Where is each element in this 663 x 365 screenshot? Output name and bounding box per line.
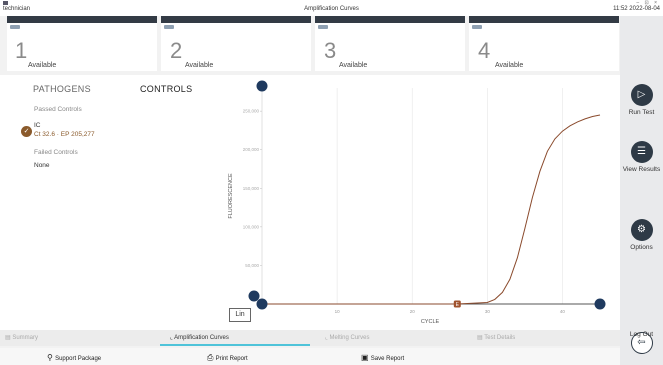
tab-controls[interactable]: CONTROLS bbox=[140, 84, 192, 94]
module-band bbox=[469, 16, 619, 23]
tab-details-label: Test Details bbox=[484, 335, 516, 341]
clock: 11:52 2022-08-04 bbox=[613, 6, 660, 12]
list-icon: ☰ bbox=[630, 141, 653, 163]
module-status-icon bbox=[472, 25, 482, 29]
amplification-chart[interactable]: 50,000 100,000 150,000 200,000 250,000 10 20 3… bbox=[220, 78, 618, 328]
module-status-icon bbox=[164, 25, 174, 29]
x-tick-label: 30 bbox=[485, 309, 491, 314]
control-detail: Ct 32.6 · EP 205,277 bbox=[34, 131, 95, 138]
module-band bbox=[7, 16, 157, 23]
handle-left[interactable] bbox=[248, 290, 260, 302]
printer-icon: ⎙ bbox=[207, 353, 216, 362]
x-tick-label: 40 bbox=[560, 309, 566, 314]
chart-background bbox=[220, 78, 618, 328]
module-number: 3 bbox=[324, 38, 337, 63]
y-tick-label: 250,000 bbox=[243, 109, 260, 114]
module-tab-2[interactable]: 2 Available bbox=[161, 16, 311, 71]
module-band bbox=[315, 16, 465, 23]
tab-summary-label: Summary bbox=[12, 335, 39, 341]
module-status-icon bbox=[10, 25, 20, 29]
handle-bottom-left[interactable] bbox=[256, 298, 268, 310]
right-rail bbox=[620, 16, 663, 365]
control-name[interactable]: IC bbox=[34, 122, 41, 129]
module-status: Available bbox=[28, 62, 57, 69]
y-tick-label: 150,000 bbox=[243, 186, 260, 191]
view-results-label: View Results bbox=[622, 166, 661, 173]
module-number: 1 bbox=[15, 38, 28, 63]
options-button[interactable]: ⚙ Options bbox=[620, 219, 663, 252]
failed-controls-value: None bbox=[34, 162, 50, 169]
options-label: Options bbox=[630, 244, 653, 251]
view-results-button[interactable]: ☰ View Results bbox=[620, 141, 663, 174]
y-tick-label: 100,000 bbox=[243, 224, 260, 229]
lin-scale-button[interactable]: Lin bbox=[229, 308, 251, 322]
tab-summary[interactable]: ▤ Summary bbox=[5, 334, 38, 344]
module-status-icon bbox=[318, 25, 328, 29]
y-tick-label: 50,000 bbox=[245, 263, 259, 268]
save-label: Save Report bbox=[370, 356, 405, 362]
module-tab-4[interactable]: 4 Available bbox=[469, 16, 619, 71]
module-status: Available bbox=[339, 62, 368, 69]
module-status: Available bbox=[185, 62, 214, 69]
support-label: Support Package bbox=[55, 356, 102, 362]
tab-melting-curves[interactable]: ⌞ Melting Curves bbox=[325, 334, 370, 344]
x-tick-label: 10 bbox=[335, 309, 341, 314]
module-number: 2 bbox=[170, 38, 183, 63]
handle-top[interactable] bbox=[256, 80, 268, 92]
handle-bottom-right[interactable] bbox=[594, 298, 606, 310]
module-number: 4 bbox=[478, 38, 491, 63]
tab-amplification-curves[interactable]: ⌞ Amplification Curves bbox=[170, 334, 229, 344]
run-test-button[interactable]: ▷ Run Test bbox=[620, 84, 663, 117]
active-tab-indicator bbox=[160, 344, 310, 346]
y-axis-label: FLUORESCENCE bbox=[228, 173, 234, 219]
run-test-label: Run Test bbox=[628, 109, 655, 116]
check-icon: ✓ bbox=[21, 126, 32, 137]
module-status: Available bbox=[495, 62, 524, 69]
y-tick-label: 200,000 bbox=[243, 147, 260, 152]
gear-icon: ⚙ bbox=[630, 219, 653, 241]
threshold-marker[interactable]: E bbox=[453, 300, 461, 309]
tab-pathogens[interactable]: PATHOGENS bbox=[33, 84, 91, 94]
tab-test-details[interactable]: ▤ Test Details bbox=[477, 334, 515, 344]
play-icon: ▷ bbox=[630, 84, 653, 106]
save-report-button[interactable]: ▣ Save Report bbox=[361, 353, 404, 362]
tab-melting-label: Melting Curves bbox=[329, 335, 370, 341]
print-label: Print Report bbox=[215, 356, 248, 362]
title-bar: technician Amplification Curves – ⊡ × 11… bbox=[0, 0, 663, 16]
module-tab-3[interactable]: 3 Available bbox=[315, 16, 465, 71]
x-axis-label: CYCLE bbox=[421, 319, 440, 325]
module-tab-1[interactable]: 1 Available bbox=[7, 16, 157, 71]
app-logo-icon bbox=[3, 1, 8, 5]
save-icon: ▣ bbox=[361, 353, 371, 362]
window-title: Amplification Curves bbox=[304, 6, 359, 12]
print-report-button[interactable]: ⎙ Print Report bbox=[207, 353, 248, 363]
bottom-tab-bar bbox=[0, 330, 620, 346]
support-icon: ⚲ bbox=[47, 353, 56, 362]
tab-amplification-label: Amplification Curves bbox=[174, 335, 229, 341]
x-tick-label: 20 bbox=[410, 309, 416, 314]
support-package-button[interactable]: ⚲ Support Package bbox=[47, 353, 101, 362]
module-band bbox=[161, 16, 311, 23]
failed-controls-label: Failed Controls bbox=[34, 149, 78, 156]
passed-controls-label: Passed Controls bbox=[34, 106, 82, 113]
log-out-label: Log Out bbox=[629, 331, 654, 338]
